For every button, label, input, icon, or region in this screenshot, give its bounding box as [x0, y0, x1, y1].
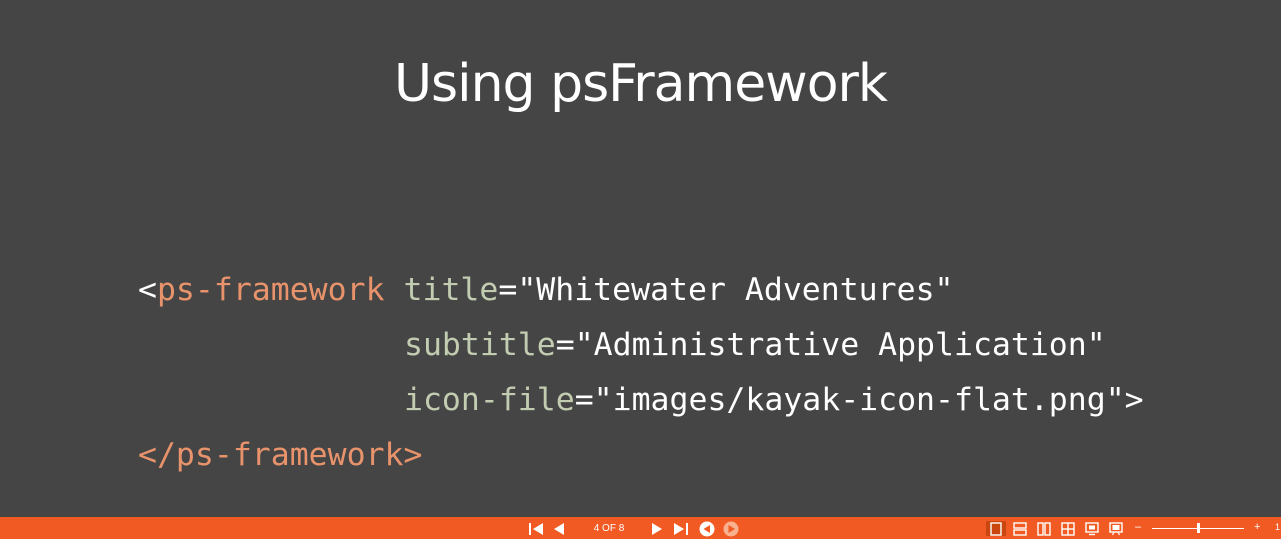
next-slide-icon: [652, 522, 662, 535]
last-slide-icon: [674, 522, 688, 535]
code-close-bracket: >: [1124, 382, 1144, 418]
previous-slide-icon: [554, 522, 564, 535]
slideshow-view-button[interactable]: [1107, 521, 1125, 536]
presenter-view-button[interactable]: [1083, 521, 1101, 536]
code-closing-tag: </ps-framework>: [138, 437, 423, 473]
code-value-title: "Whitewater Adventures": [517, 272, 954, 308]
zoom-out-button[interactable]: –: [1135, 521, 1141, 534]
page-counter: 4 OF 8: [593, 523, 625, 534]
presenter-view-icon: [1085, 521, 1099, 535]
code-line-3: icon-file="images/kayak-icon-flat.png">: [404, 380, 1144, 420]
code-equals: =: [498, 272, 518, 308]
next-slide-button[interactable]: [650, 521, 664, 536]
stacked-view-button[interactable]: [1011, 521, 1029, 536]
slideshow-view-icon: [1109, 521, 1123, 535]
zoom-in-button[interactable]: +: [1254, 521, 1260, 534]
two-column-view-icon: [1037, 521, 1051, 536]
two-column-view-button[interactable]: [1035, 521, 1053, 536]
play-circle-icon: [723, 521, 738, 536]
first-slide-button[interactable]: [528, 521, 544, 536]
stacked-view-icon: [1013, 521, 1027, 536]
zoom-level: 1: [1275, 522, 1281, 532]
back-button[interactable]: [698, 521, 715, 536]
slide-title: Using psFramework: [393, 54, 888, 114]
code-equals: =: [555, 327, 575, 363]
single-page-view-icon: [990, 521, 1002, 536]
back-circle-icon: [699, 521, 714, 536]
single-page-view-button[interactable]: [986, 521, 1006, 536]
previous-slide-button[interactable]: [552, 521, 566, 536]
code-attr-subtitle: subtitle: [404, 327, 556, 363]
presentation-toolbar: 4 OF 8 – + 1: [0, 517, 1281, 539]
code-attr-title: title: [403, 272, 499, 308]
code-value-icon-file: "images/kayak-icon-flat.png": [593, 382, 1125, 418]
play-button[interactable]: [722, 521, 739, 536]
zoom-slider-handle[interactable]: [1197, 523, 1200, 533]
grid-view-icon: [1061, 521, 1075, 536]
first-slide-icon: [529, 522, 543, 535]
code-line-2: subtitle="Administrative Application": [404, 325, 1106, 365]
slide-canvas: Using psFramework <ps-framework title="W…: [0, 0, 1281, 517]
code-equals: =: [574, 382, 594, 418]
last-slide-button[interactable]: [673, 521, 689, 536]
code-tag-name: ps-framework: [156, 272, 385, 308]
code-value-subtitle: "Administrative Application": [574, 327, 1106, 363]
grid-view-button[interactable]: [1059, 521, 1077, 536]
code-open-bracket: <: [138, 272, 157, 308]
code-line-1: <ps-framework title="Whitewater Adventur…: [138, 270, 954, 310]
code-attr-icon-file: icon-file: [404, 382, 575, 418]
code-line-4: </ps-framework>: [138, 435, 422, 475]
